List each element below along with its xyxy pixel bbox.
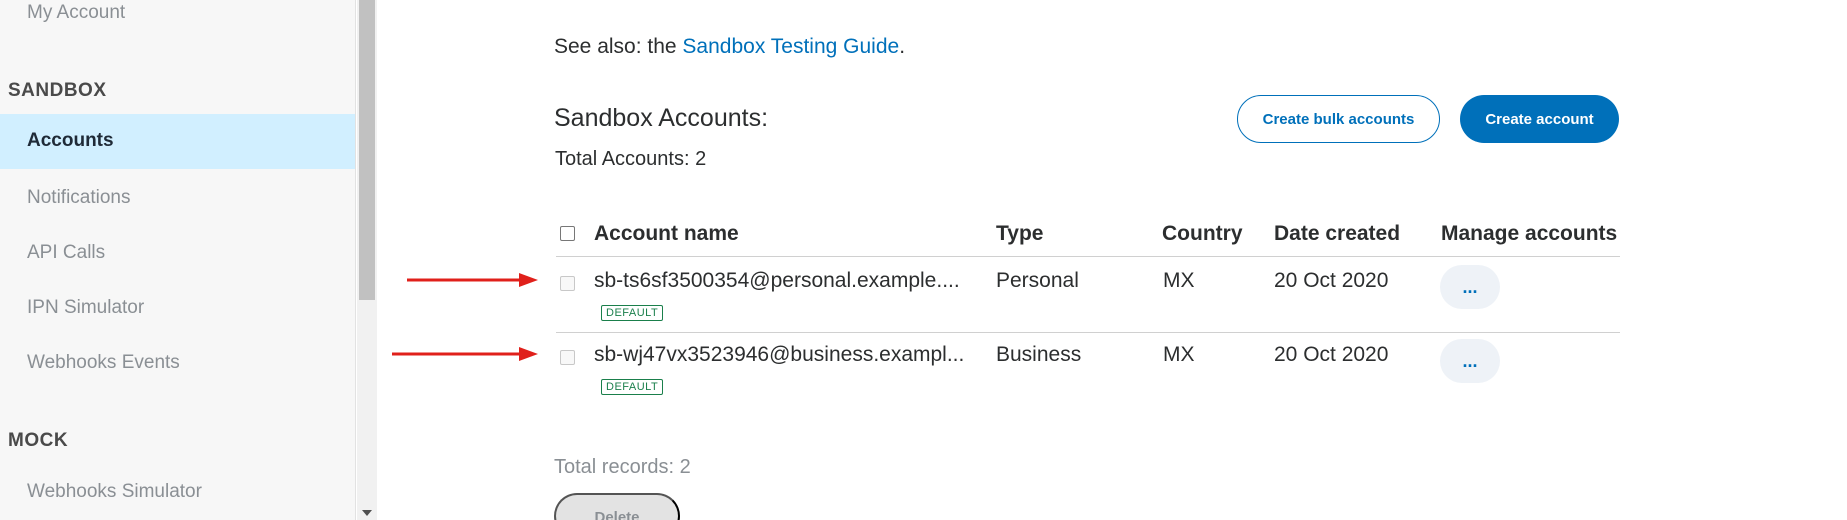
manage-account-menu-button[interactable]: ... [1440,265,1500,309]
sidebar-item-accounts[interactable]: Accounts [0,114,355,169]
default-badge: DEFAULT [601,379,664,395]
manage-account-menu-button[interactable]: ... [1440,339,1500,383]
select-all-checkbox[interactable] [560,226,575,241]
sidebar-item-ipn-simulator[interactable]: IPN Simulator [27,297,144,319]
create-account-button[interactable]: Create account [1460,95,1619,143]
sandbox-testing-guide-link[interactable]: Sandbox Testing Guide [682,35,899,58]
scrollbar-thumb[interactable] [359,0,375,300]
row-checkbox[interactable] [560,276,575,291]
delete-button[interactable]: Delete [554,493,680,520]
sidebar-item-api-calls[interactable]: API Calls [27,242,105,264]
account-name: sb-ts6sf3500354@personal.example.... [594,269,960,292]
row-checkbox[interactable] [560,350,575,365]
sidebar-item-webhooks-events[interactable]: Webhooks Events [27,352,180,374]
sidebar-section-mock: MOCK [8,430,69,451]
scroll-down-arrow-icon[interactable] [362,510,372,516]
annotation-arrow-icon [407,273,538,287]
account-type: Business [996,343,1082,366]
account-country: MX [1163,269,1195,292]
sidebar-item-label: Accounts [27,130,114,151]
sidebar: My Account SANDBOX Accounts Notification… [0,0,356,520]
account-name: sb-wj47vx3523946@business.exampl... [594,343,965,366]
account-date-created: 20 Oct 2020 [1274,343,1389,366]
table-header-divider [556,256,1620,257]
create-bulk-accounts-button[interactable]: Create bulk accounts [1237,95,1440,143]
see-also-text: See also: the Sandbox Testing Guide. [554,35,905,59]
column-header-date-created: Date created [1274,222,1401,245]
sidebar-scrollbar[interactable] [357,0,377,520]
page-title: Sandbox Accounts: [554,104,769,132]
total-records: Total records: 2 [554,456,691,478]
annotation-arrow-icon [392,347,538,361]
total-accounts: Total Accounts: 2 [555,148,707,170]
column-header-type: Type [996,222,1044,245]
sidebar-item-webhooks-simulator[interactable]: Webhooks Simulator [27,481,202,503]
table-row-divider [556,332,1620,333]
column-header-account-name: Account name [594,222,739,245]
see-also-suffix: . [899,35,906,58]
account-date-created: 20 Oct 2020 [1274,269,1389,292]
column-header-manage-accounts: Manage accounts [1441,222,1618,245]
see-also-prefix: See also: the [554,35,683,58]
account-country: MX [1163,343,1195,366]
sidebar-item-my-account[interactable]: My Account [27,2,125,24]
default-badge: DEFAULT [601,305,664,321]
sidebar-item-notifications[interactable]: Notifications [27,187,131,209]
account-type: Personal [996,269,1079,292]
sidebar-section-sandbox: SANDBOX [8,80,107,101]
column-header-country: Country [1162,222,1243,245]
